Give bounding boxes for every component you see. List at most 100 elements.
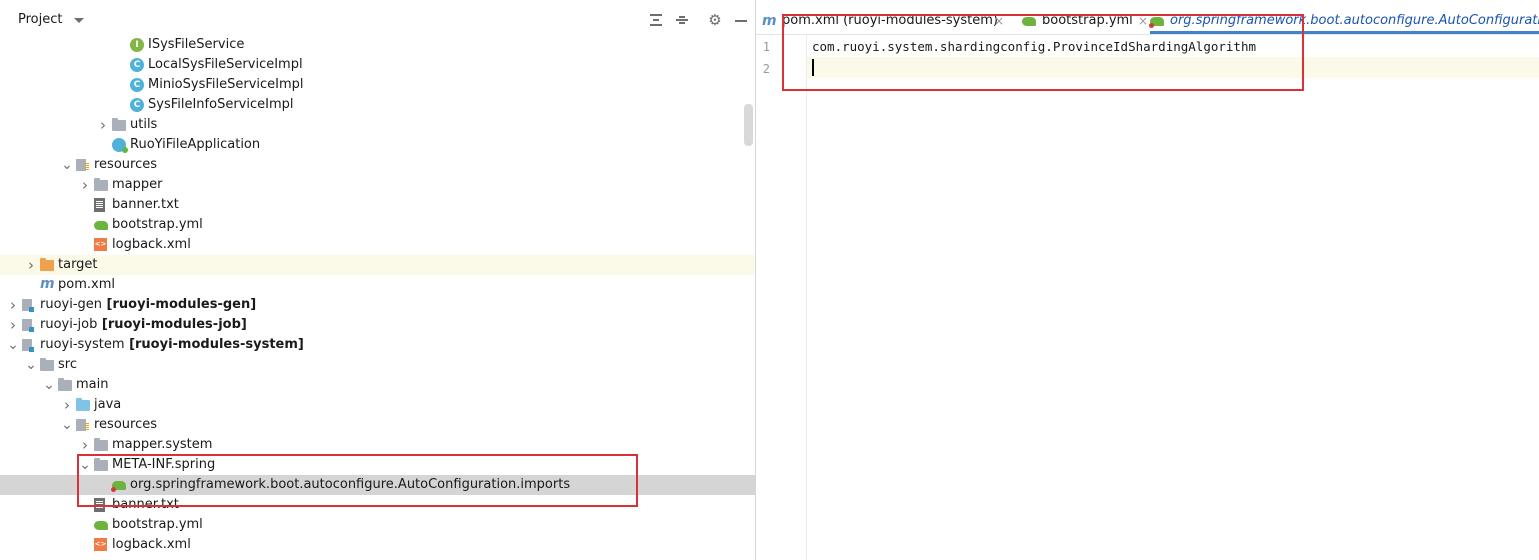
chevron-right-icon[interactable]: › <box>96 115 110 135</box>
tree-row[interactable]: ⌄ src <box>0 355 755 375</box>
folder-icon <box>40 358 54 371</box>
yaml-file-icon <box>94 221 108 230</box>
source-folder-icon <box>76 398 90 411</box>
code-area[interactable]: com.ruoyi.system.shardingconfig.Province… <box>807 35 1539 560</box>
project-view-selector[interactable]: Project <box>18 12 62 27</box>
tree-item-label: src <box>58 357 77 372</box>
expand-all-icon[interactable] <box>647 11 665 29</box>
yaml-file-icon <box>94 521 108 530</box>
maven-icon: m <box>762 13 777 29</box>
class-icon: C <box>130 58 144 72</box>
tree-item-label: RuoYiFileApplication <box>130 137 261 152</box>
chevron-down-icon[interactable]: ⌄ <box>60 415 74 435</box>
tree-row[interactable]: › utils <box>0 115 755 135</box>
tree-row[interactable]: C MinioSysFileServiceImpl <box>0 75 755 95</box>
chevron-down-icon[interactable] <box>74 18 84 23</box>
tree-row[interactable]: › ruoyi-job [ruoyi-modules-job] <box>0 315 755 335</box>
tree-row[interactable]: banner.txt <box>0 495 755 515</box>
text-caret <box>812 59 814 76</box>
editor-pane: m pom.xml (ruoyi-modules-system) × bootstra… <box>756 0 1539 560</box>
tree-row[interactable]: <> logback.xml <box>0 235 755 255</box>
tree-row[interactable]: › java <box>0 395 755 415</box>
editor-tabs: m pom.xml (ruoyi-modules-system) × bootstra… <box>756 8 1539 35</box>
editor-tab[interactable]: m pom.xml (ruoyi-modules-system) × <box>762 8 1010 34</box>
xml-file-icon: <> <box>94 538 107 551</box>
tree-item-label: bootstrap.yml <box>112 217 203 232</box>
tree-row[interactable]: › mapper <box>0 175 755 195</box>
editor-tab[interactable]: bootstrap.yml × <box>1022 8 1154 34</box>
tree-row[interactable]: C SysFileInfoServiceImpl <box>0 95 755 115</box>
spring-app-icon <box>112 138 128 153</box>
chevron-down-icon[interactable]: ⌄ <box>78 455 92 475</box>
module-folder-icon <box>22 339 34 352</box>
tree-item-label: org.springframework.boot.autoconfigure.A… <box>130 477 571 492</box>
spring-factories-icon <box>1149 17 1164 28</box>
project-header: Project ⚙ <box>0 8 755 34</box>
excluded-folder-icon <box>40 258 54 271</box>
text-file-icon <box>94 498 105 512</box>
editor-gutter: 12 <box>756 35 807 560</box>
tree-item-label: main <box>76 377 109 392</box>
tree-item-label: bootstrap.yml <box>112 517 203 532</box>
chevron-right-icon[interactable]: › <box>6 295 20 315</box>
hide-panel-icon[interactable] <box>735 20 747 22</box>
tree-row[interactable]: m pom.xml <box>0 275 755 295</box>
tree-item-label: pom.xml <box>58 277 115 292</box>
tree-row[interactable]: bootstrap.yml <box>0 215 755 235</box>
tree-row[interactable]: org.springframework.boot.autoconfigure.A… <box>0 475 755 495</box>
tree-row[interactable]: RuoYiFileApplication <box>0 135 755 155</box>
chevron-right-icon[interactable]: › <box>6 315 20 335</box>
editor-tab[interactable]: org.springframework.boot.autoconfigure.A… <box>1149 8 1539 34</box>
close-icon[interactable]: × <box>994 8 1004 34</box>
line-number: 2 <box>762 62 770 76</box>
tree-item-label: MinioSysFileServiceImpl <box>148 77 304 92</box>
chevron-down-icon[interactable]: ⌄ <box>24 355 38 375</box>
tree-row[interactable]: ⌄ resources <box>0 155 755 175</box>
tree-row[interactable]: ⌄ resources <box>0 415 755 435</box>
tree-row[interactable]: ⌄ main <box>0 375 755 395</box>
tree-item-label: resources <box>94 417 158 432</box>
tree-row[interactable]: ⌄ ruoyi-system [ruoyi-modules-system] <box>0 335 755 355</box>
tree-row[interactable]: ⌄ META-INF.spring <box>0 455 755 475</box>
module-name: [ruoyi-modules-gen] <box>102 297 257 312</box>
gear-icon[interactable]: ⚙ <box>706 11 724 29</box>
chevron-right-icon[interactable]: › <box>24 255 38 275</box>
module-folder-icon <box>22 299 34 312</box>
chevron-right-icon[interactable]: › <box>60 395 74 415</box>
project-scrollbar[interactable] <box>744 104 753 146</box>
tab-label: pom.xml (ruoyi-modules-system) <box>782 13 998 28</box>
tab-label: org.springframework.boot.autoconfigure.A… <box>1170 13 1539 28</box>
tab-label: bootstrap.yml <box>1042 13 1133 28</box>
tree-row[interactable]: <> logback.xml <box>0 535 755 555</box>
tree-item-label: LocalSysFileServiceImpl <box>148 57 303 72</box>
project-tool-window: Project ⚙ I ISysFileService C LocalSysFileS… <box>0 0 756 560</box>
tree-item-label: banner.txt <box>112 197 179 212</box>
collapse-all-icon[interactable] <box>673 11 691 29</box>
chevron-right-icon[interactable]: › <box>78 435 92 455</box>
xml-file-icon: <> <box>94 238 107 251</box>
chevron-down-icon[interactable]: ⌄ <box>60 155 74 175</box>
code-line[interactable]: com.ruoyi.system.shardingconfig.Province… <box>812 36 1256 57</box>
tree-row[interactable]: bootstrap.yml <box>0 515 755 535</box>
current-line-highlight <box>807 57 1539 78</box>
tree-row[interactable]: › target <box>0 255 755 275</box>
tree-row[interactable]: banner.txt <box>0 195 755 215</box>
chevron-down-icon[interactable]: ⌄ <box>42 375 56 395</box>
tree-row[interactable]: › ruoyi-gen [ruoyi-modules-gen] <box>0 295 755 315</box>
yaml-file-icon <box>1022 17 1036 26</box>
chevron-right-icon[interactable]: › <box>78 175 92 195</box>
tree-item-label: resources <box>94 157 158 172</box>
tree-row[interactable]: C LocalSysFileServiceImpl <box>0 55 755 75</box>
module-folder-icon <box>22 319 34 332</box>
tree-item-label: target <box>58 257 98 272</box>
chevron-down-icon[interactable]: ⌄ <box>6 335 20 355</box>
tree-row[interactable]: › mapper.system <box>0 435 755 455</box>
tree-row[interactable]: I ISysFileService <box>0 35 755 55</box>
tree-item-label: ruoyi-system [ruoyi-modules-system] <box>40 337 304 352</box>
tree-item-label: ruoyi-job [ruoyi-modules-job] <box>40 317 247 332</box>
module-name: [ruoyi-modules-job] <box>97 317 247 332</box>
interface-icon: I <box>130 38 144 52</box>
close-icon[interactable]: × <box>1138 8 1148 34</box>
tree-item-label: mapper <box>112 177 163 192</box>
tree-item-label: ISysFileService <box>148 37 245 52</box>
